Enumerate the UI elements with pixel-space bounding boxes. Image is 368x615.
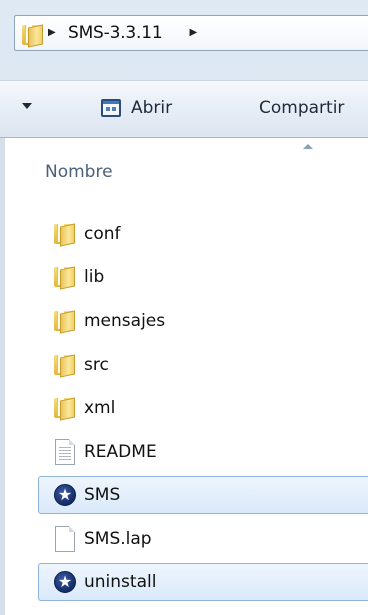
- column-header-name[interactable]: Nombre: [45, 162, 113, 182]
- folder-icon: [20, 22, 43, 48]
- list-item-folder[interactable]: lib: [38, 258, 368, 296]
- star-app-icon: ★: [52, 482, 78, 508]
- folder-icon: [52, 264, 78, 290]
- list-item-file[interactable]: SMS.lap: [38, 520, 368, 558]
- open-button[interactable]: Abrir: [100, 93, 172, 123]
- list-item-folder[interactable]: xml: [38, 389, 368, 427]
- open-button-label: Abrir: [131, 98, 173, 118]
- file-name: lib: [84, 267, 105, 287]
- folder-icon: [52, 352, 78, 378]
- folder-icon: [52, 308, 78, 334]
- address-bar[interactable]: ▶ SMS-3.3.11 ▶: [14, 15, 368, 51]
- breadcrumb-expand-icon[interactable]: ▶: [189, 28, 199, 38]
- text-document-icon: [52, 439, 78, 465]
- breadcrumb-item[interactable]: SMS-3.3.11: [68, 23, 163, 43]
- list-item-folder[interactable]: conf: [38, 215, 368, 253]
- dropdown-arrow-icon[interactable]: [22, 103, 32, 109]
- file-name: README: [84, 442, 157, 462]
- file-name: uninstall: [84, 572, 157, 592]
- list-item-file[interactable]: README: [38, 433, 368, 471]
- file-name: src: [84, 355, 109, 375]
- explorer-window: ▶ SMS-3.3.11 ▶ Abrir Compartir Nombre co…: [0, 0, 368, 615]
- file-name: SMS: [84, 485, 121, 505]
- star-app-icon: ★: [52, 569, 78, 595]
- open-window-icon: [100, 98, 122, 118]
- list-item-app-selected[interactable]: ★ uninstall: [38, 563, 368, 601]
- file-name: mensajes: [84, 311, 166, 331]
- folder-icon: [52, 221, 78, 247]
- list-item-app-selected[interactable]: ★ SMS: [38, 476, 368, 514]
- list-item-folder[interactable]: src: [38, 346, 368, 384]
- file-name: xml: [84, 398, 116, 418]
- list-item-folder[interactable]: mensajes: [38, 302, 368, 340]
- command-bar: Abrir Compartir: [0, 80, 368, 138]
- blank-document-icon: [52, 526, 78, 552]
- sort-ascending-icon: [303, 144, 313, 149]
- file-name: conf: [84, 224, 121, 244]
- breadcrumb-separator-icon[interactable]: ▶: [48, 28, 58, 38]
- file-list: Nombre conf lib mensajes src xml README …: [0, 138, 368, 615]
- share-button[interactable]: Compartir: [259, 93, 344, 123]
- file-name: SMS.lap: [84, 529, 152, 549]
- folder-icon: [52, 395, 78, 421]
- share-button-label: Compartir: [259, 98, 345, 118]
